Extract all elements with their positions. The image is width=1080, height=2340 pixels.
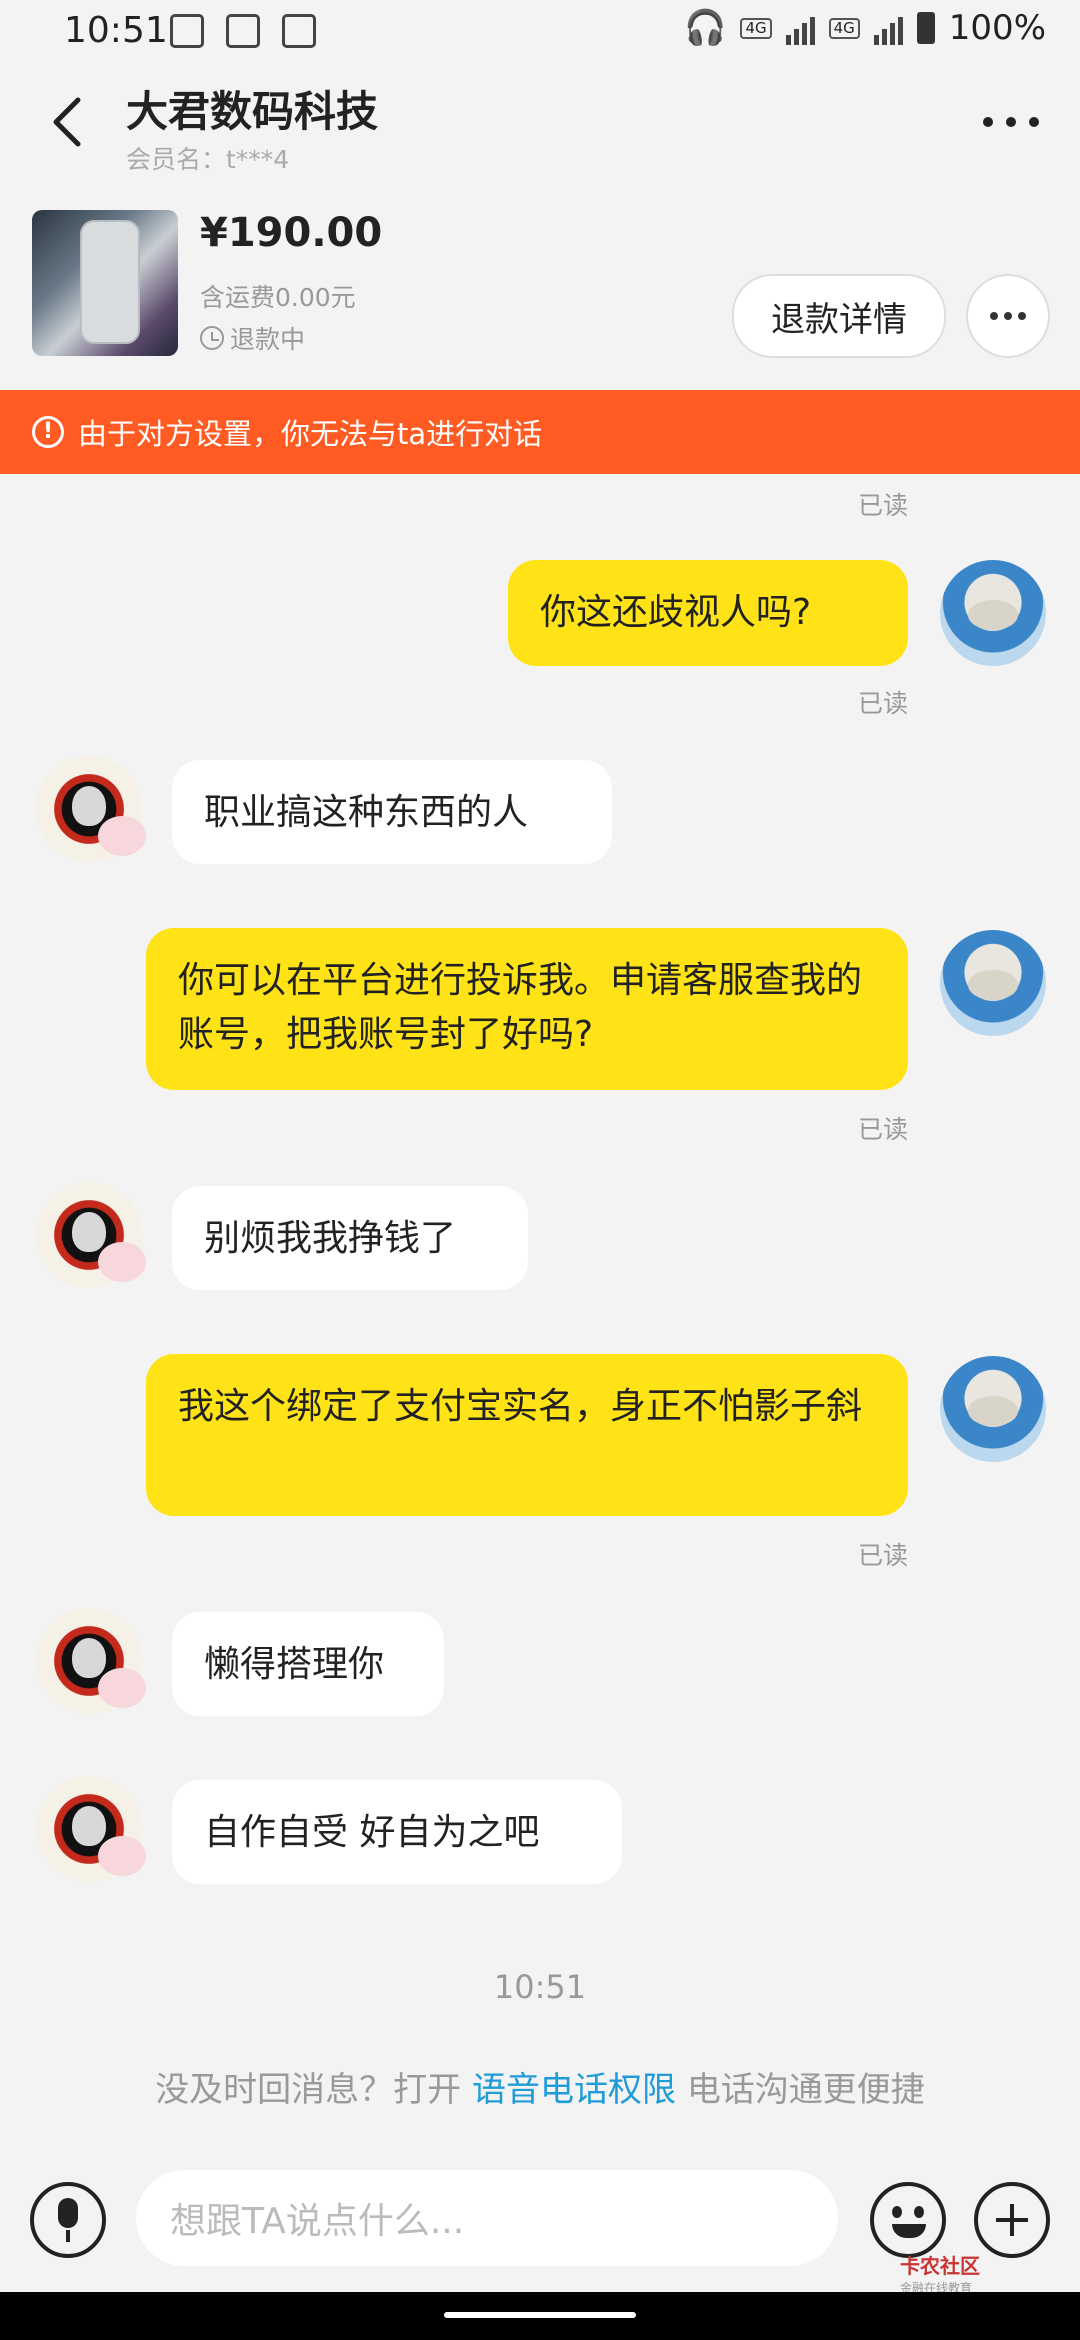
network-4g-2: 4G — [828, 17, 860, 39]
home-indicator[interactable] — [444, 2312, 636, 2318]
restriction-banner: ! 由于对方设置，你无法与ta进行对话 — [0, 390, 1080, 474]
message-bubble-me[interactable]: 你这还歧视人吗? — [508, 560, 908, 666]
read-receipt: 已读 — [857, 491, 908, 520]
apple-logo-icon — [72, 1638, 106, 1678]
message-bubble-them[interactable]: 职业搞这种东西的人 — [172, 760, 612, 864]
seller-avatar[interactable] — [36, 1182, 146, 1288]
message-bubble-them[interactable]: 懒得搭理你 — [172, 1612, 444, 1716]
read-receipt: 已读 — [857, 689, 908, 718]
message-input[interactable]: 想跟TA说点什么... — [136, 2170, 838, 2266]
battery-icon — [916, 12, 935, 44]
voice-call-hint: 没及时回消息？打开 语音电话权限 电话沟通更便捷 — [0, 2062, 1080, 2111]
seller-avatar[interactable] — [36, 1608, 146, 1714]
hint-suffix: 电话沟通更便捷 — [686, 2070, 925, 2110]
phone-image — [80, 220, 140, 344]
document-icon — [282, 14, 316, 48]
status-right: 🎧 4G 4G 100% — [684, 8, 1046, 48]
hint-prefix: 没及时回消息？打开 — [155, 2070, 462, 2110]
message-bubble-them[interactable]: 自作自受 好自为之吧 — [172, 1780, 622, 1884]
status-time: 10:51 — [64, 10, 168, 51]
clock-icon — [200, 326, 224, 350]
order-status-text: 退款中 — [230, 325, 306, 354]
warning-icon: ! — [32, 416, 64, 448]
message-bubble-me[interactable]: 我这个绑定了支付宝实名，身正不怕影子斜 — [146, 1354, 908, 1516]
seller-avatar[interactable] — [36, 1776, 146, 1882]
shop-name: 大君数码科技 — [126, 87, 379, 136]
more-options-icon[interactable] — [976, 102, 1046, 142]
watermark-logo: 卡农社区 金融在线教育 — [900, 2250, 980, 2296]
banner-text: 由于对方设置，你无法与ta进行对话 — [78, 417, 543, 451]
order-card[interactable]: ¥190.00 含运费0.00元 退款中 退款详情 — [0, 196, 1080, 390]
navigation-bar — [0, 2292, 1080, 2340]
more-dots-icon — [990, 312, 1026, 320]
notification-icons — [170, 14, 316, 48]
order-more-button[interactable] — [966, 274, 1050, 358]
battery-level: 100% — [948, 8, 1046, 48]
rabbit-decoration — [98, 816, 146, 856]
member-name: 会员名：t***4 — [126, 145, 290, 174]
back-icon[interactable] — [40, 92, 100, 152]
apple-logo-icon — [72, 1212, 106, 1252]
message-bubble-them[interactable]: 别烦我我挣钱了 — [172, 1186, 528, 1290]
shipping-fee: 含运费0.00元 — [200, 283, 356, 312]
image-icon — [170, 14, 204, 48]
my-avatar[interactable] — [940, 1356, 1046, 1462]
message-bubble-me[interactable]: 你可以在平台进行投诉我。申请客服查我的账号，把我账号封了好吗? — [146, 928, 908, 1090]
refund-details-button[interactable]: 退款详情 — [732, 274, 946, 358]
message-timestamp: 10:51 — [493, 1968, 587, 2006]
microphone-icon[interactable] — [30, 2182, 106, 2258]
app-icon — [226, 14, 260, 48]
signal-icon — [785, 11, 815, 45]
status-bar: 10:51 🎧 4G 4G 100% — [0, 0, 1080, 66]
order-price: ¥190.00 — [200, 210, 383, 256]
network-4g-1: 4G — [740, 17, 772, 39]
headphones-icon: 🎧 — [684, 8, 727, 48]
emoji-icon[interactable] — [870, 2182, 946, 2258]
read-receipt: 已读 — [857, 1541, 908, 1570]
signal-icon-2 — [873, 11, 903, 45]
plus-icon[interactable] — [974, 2182, 1050, 2258]
apple-logo-icon — [72, 1806, 106, 1846]
order-status: 退款中 — [200, 320, 305, 356]
my-avatar[interactable] — [940, 560, 1046, 666]
rabbit-decoration — [98, 1836, 146, 1876]
watermark-title: 卡农社区 — [900, 2254, 980, 2278]
seller-avatar[interactable] — [36, 756, 146, 862]
rabbit-decoration — [98, 1242, 146, 1282]
voice-call-permission-link[interactable]: 语音电话权限 — [472, 2070, 676, 2110]
apple-logo-icon — [72, 786, 106, 826]
chat-header: 大君数码科技 会员名：t***4 — [0, 66, 1080, 196]
product-thumbnail[interactable] — [32, 210, 178, 356]
rabbit-decoration — [98, 1668, 146, 1708]
my-avatar[interactable] — [940, 930, 1046, 1036]
read-receipt: 已读 — [857, 1115, 908, 1144]
